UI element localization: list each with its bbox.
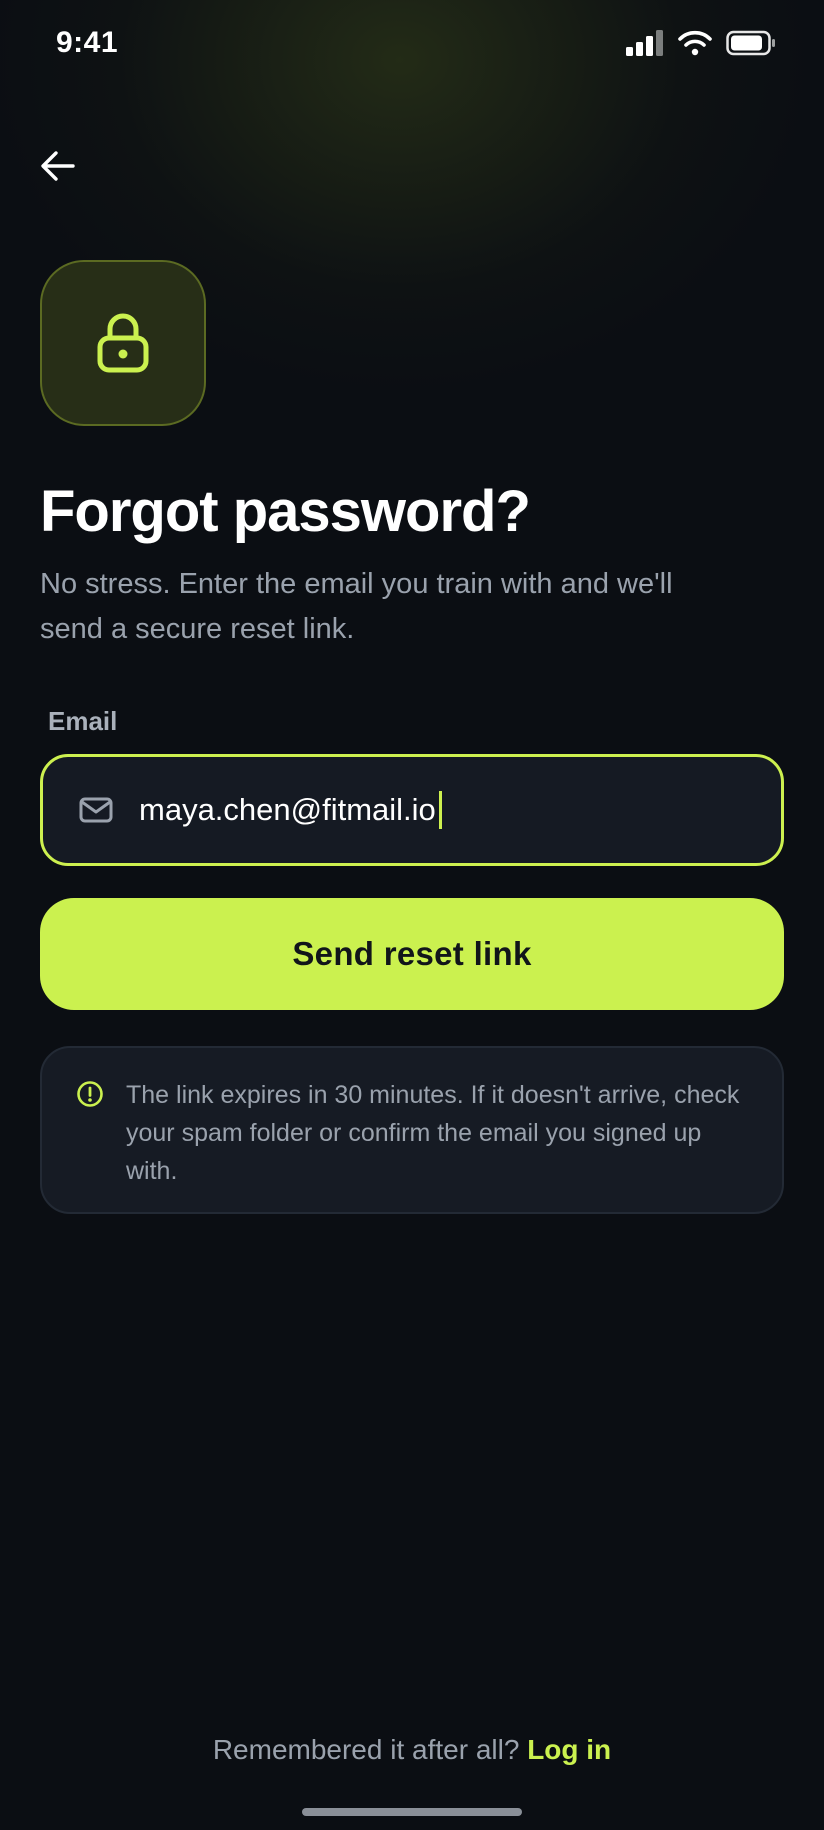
home-indicator[interactable]	[302, 1808, 522, 1816]
status-icons	[626, 29, 776, 61]
page-title: Forgot password?	[40, 479, 531, 544]
send-reset-link-button[interactable]: Send reset link	[40, 898, 784, 1010]
mail-icon	[79, 797, 113, 823]
email-field[interactable]: maya.chen@fitmail.io	[40, 754, 784, 866]
lock-icon	[97, 313, 149, 373]
alert-circle-icon	[77, 1081, 103, 1107]
email-label: Email	[48, 706, 118, 736]
lock-badge	[40, 260, 206, 426]
info-card: The link expires in 30 minutes. If it do…	[40, 1046, 784, 1214]
status-time: 9:41	[56, 26, 119, 59]
signal-icon	[626, 29, 664, 61]
footer-prompt: Remembered it after all?	[212, 1734, 520, 1765]
log-in-link[interactable]: Log in	[527, 1734, 611, 1765]
text-caret	[438, 791, 442, 829]
forgot-password-screen: 9:41 Forgot password? No stress. Enter t…	[0, 0, 824, 1830]
arrow-left-icon	[41, 151, 75, 181]
email-input-value[interactable]: maya.chen@fitmail.io	[139, 792, 436, 828]
info-text: The link expires in 30 minutes. If it do…	[126, 1081, 740, 1185]
footer: Remembered it after all? Log in	[0, 1734, 824, 1766]
battery-icon	[726, 30, 776, 61]
back-button[interactable]	[28, 136, 88, 196]
wifi-icon	[678, 30, 712, 61]
page-subtitle: No stress. Enter the email you train wit…	[40, 568, 673, 645]
status-bar: 9:41	[0, 0, 824, 90]
